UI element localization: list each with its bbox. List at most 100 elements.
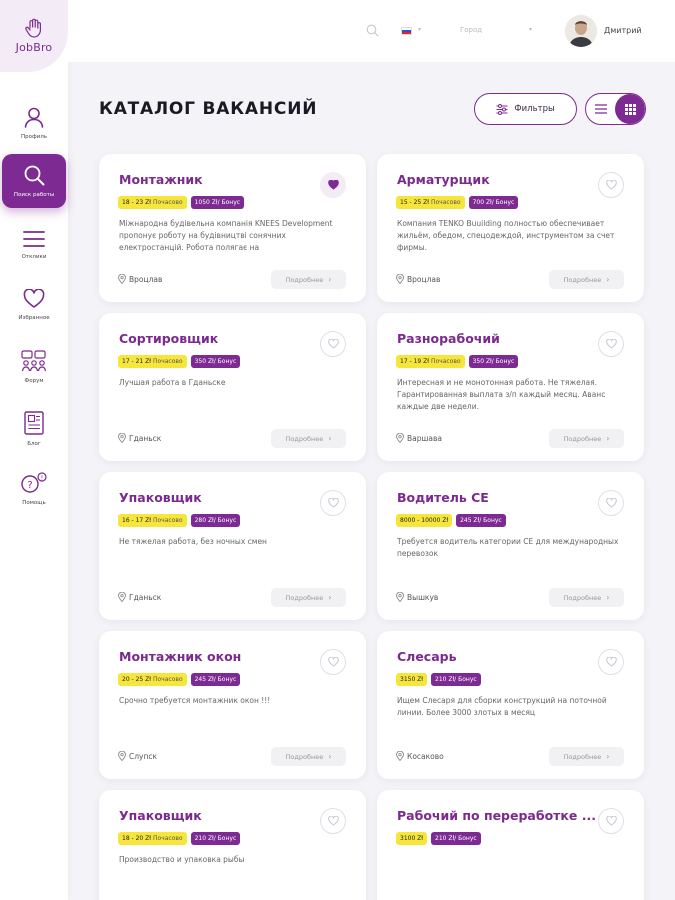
sidebar-item-responses[interactable]: Отклики — [2, 218, 66, 272]
details-label: Подробнее — [563, 275, 602, 284]
vacancy-title[interactable]: Монтажник — [119, 172, 203, 187]
heart-icon — [605, 339, 617, 349]
favorite-button[interactable] — [598, 649, 624, 675]
salary-unit: Почасово — [152, 358, 183, 365]
details-button[interactable]: Подробнее › — [271, 429, 346, 448]
favorite-button[interactable] — [320, 172, 346, 198]
sidebar-item-forum[interactable]: Форум — [2, 340, 66, 394]
list-view-button[interactable] — [586, 94, 616, 124]
vacancy-title[interactable]: Рабочий по переработке ... — [397, 808, 596, 823]
chevron-right-icon: › — [606, 593, 610, 602]
vacancy-location: Вышкув — [396, 592, 438, 602]
vacancy-card[interactable]: Слесарь 3150 Zł 210 Zł/ Бонус Ищем Слеса… — [377, 631, 644, 779]
sidebar-item-job-search[interactable]: Поиск работы — [2, 154, 66, 208]
salary-badge: 15 - 25 Zł Почасово — [396, 196, 465, 209]
chevron-down-icon[interactable]: ▾ — [418, 26, 421, 33]
favorite-button[interactable] — [598, 172, 624, 198]
badges: 16 - 17 Zł Почасово 280 Zł/ Бонус — [118, 514, 241, 527]
chevron-right-icon: › — [606, 752, 610, 761]
salary-value: 16 - 17 Zł — [122, 517, 151, 524]
favorite-button[interactable] — [320, 649, 346, 675]
details-button[interactable]: Подробнее › — [271, 747, 346, 766]
badges: 3150 Zł 210 Zł/ Бонус — [396, 673, 481, 686]
filter-button-label: Фильтры — [514, 104, 555, 114]
vacancy-title[interactable]: Монтажник окон — [119, 649, 241, 664]
heart-icon — [327, 657, 339, 667]
salary-badge: 18 - 20 Zł Почасово — [118, 832, 187, 845]
vacancy-card[interactable]: Рабочий по переработке ... 3100 Zł 210 Z… — [377, 790, 644, 900]
details-label: Подробнее — [563, 752, 602, 761]
vacancy-card[interactable]: Упаковщик 16 - 17 Zł Почасово 280 Zł/ Бон… — [99, 472, 366, 620]
favorite-button[interactable] — [320, 808, 346, 834]
user-name[interactable]: Дмитрий — [604, 26, 642, 35]
details-button[interactable]: Подробнее › — [271, 270, 346, 289]
sidebar-item-label: Помощь — [22, 500, 46, 506]
bonus-badge: 280 Zł/ Бонус — [190, 514, 241, 527]
logo-text: JobBro — [15, 41, 53, 54]
badges: 8000 - 10000 Zł 245 Zł/ Бонус — [396, 514, 506, 527]
vacancy-card[interactable]: Монтажник 18 - 23 Zł Почасово 1050 Zł/ Бо… — [99, 154, 366, 302]
salary-value: 3100 Zł — [400, 835, 423, 842]
vacancy-title[interactable]: Упаковщик — [119, 808, 202, 823]
svg-text:?: ? — [27, 480, 32, 491]
salary-badge: 17 - 21 Zł Почасово — [118, 355, 187, 368]
salary-badge: 17 - 19 Zł Почасово — [396, 355, 465, 368]
search-icon[interactable] — [366, 24, 379, 37]
menu-icon — [23, 231, 45, 247]
salary-value: 17 - 19 Zł — [400, 358, 429, 365]
details-button[interactable]: Подробнее › — [549, 588, 624, 607]
favorite-button[interactable] — [598, 331, 624, 357]
filter-button[interactable]: Фильтры — [474, 93, 577, 125]
bonus-badge: 245 Zł/ Бонус — [456, 514, 506, 527]
vacancy-card[interactable]: Сортировщик 17 - 21 Zł Почасово 350 Zł/ Б… — [99, 313, 366, 461]
favorite-button[interactable] — [320, 331, 346, 357]
badges: 18 - 23 Zł Почасово 1050 Zł/ Бонус — [118, 196, 245, 209]
sidebar-item-label: Отклики — [21, 254, 47, 260]
avatar[interactable] — [565, 15, 597, 47]
logo[interactable]: JobBro — [0, 0, 68, 72]
vacancy-description: Ищем Слесаря для сборки конструкций на п… — [397, 696, 607, 717]
vacancy-location: Вроцлав — [396, 274, 440, 284]
vacancy-title[interactable]: Арматурщик — [397, 172, 490, 187]
bonus-badge: 350 Zł/ Бонус — [190, 355, 241, 368]
vacancy-title[interactable]: Водитель CE — [397, 490, 489, 505]
vacancy-card[interactable]: Разнорабочий 17 - 19 Zł Почасово 350 Zł/ … — [377, 313, 644, 461]
chevron-right-icon: › — [328, 434, 332, 443]
sidebar-item-blog[interactable]: Блог — [2, 402, 66, 456]
list-icon — [595, 104, 607, 114]
chevron-down-icon[interactable]: ▾ — [529, 26, 532, 33]
vacancy-card[interactable]: Упаковщик 18 - 20 Zł Почасово 210 Zł/ Бон… — [99, 790, 366, 900]
sidebar-item-help[interactable]: ? ! Помощь — [2, 462, 66, 516]
vacancy-description: Не тяжелая работа, без ночных смен — [119, 537, 267, 546]
favorite-button[interactable] — [598, 808, 624, 834]
sidebar-item-profile[interactable]: Профиль — [2, 96, 66, 150]
search-icon — [24, 165, 45, 186]
location-text: Варшава — [407, 433, 442, 443]
favorite-button[interactable] — [320, 490, 346, 516]
grid-view-button[interactable] — [615, 94, 645, 124]
vacancy-card[interactable]: Арматурщик 15 - 25 Zł Почасово 700 Zł/ Бо… — [377, 154, 644, 302]
details-button[interactable]: Подробнее › — [549, 429, 624, 448]
details-button[interactable]: Подробнее › — [549, 270, 624, 289]
vacancy-title[interactable]: Слесарь — [397, 649, 457, 664]
vacancy-card[interactable]: Монтажник окон 20 - 25 Zł Почасово 245 Zł… — [99, 631, 366, 779]
location-text: Вроцлав — [407, 274, 441, 284]
vacancy-title[interactable]: Упаковщик — [119, 490, 202, 505]
vacancy-title[interactable]: Сортировщик — [119, 331, 218, 346]
details-button[interactable]: Подробнее › — [549, 747, 624, 766]
sliders-icon — [496, 103, 508, 115]
details-button[interactable]: Подробнее › — [271, 588, 346, 607]
russia-flag-icon[interactable] — [401, 27, 412, 35]
heart-icon — [23, 289, 45, 308]
badges: 18 - 20 Zł Почасово 210 Zł/ Бонус — [118, 832, 241, 845]
location-text: Вроцлав — [129, 274, 163, 284]
city-select[interactable]: Город — [460, 26, 482, 34]
salary-value: 18 - 23 Zł — [122, 199, 151, 206]
vacancy-description: Требуется водитель категории CE для межд… — [397, 537, 619, 558]
vacancy-title[interactable]: Разнорабочий — [397, 331, 500, 346]
sidebar-item-favorites[interactable]: Избранное — [2, 278, 66, 332]
favorite-button[interactable] — [598, 490, 624, 516]
vacancy-card[interactable]: Водитель CE 8000 - 10000 Zł 245 Zł/ Бону… — [377, 472, 644, 620]
salary-unit: Почасово — [152, 199, 183, 206]
bonus-badge: 210 Zł/ Бонус — [431, 673, 481, 686]
